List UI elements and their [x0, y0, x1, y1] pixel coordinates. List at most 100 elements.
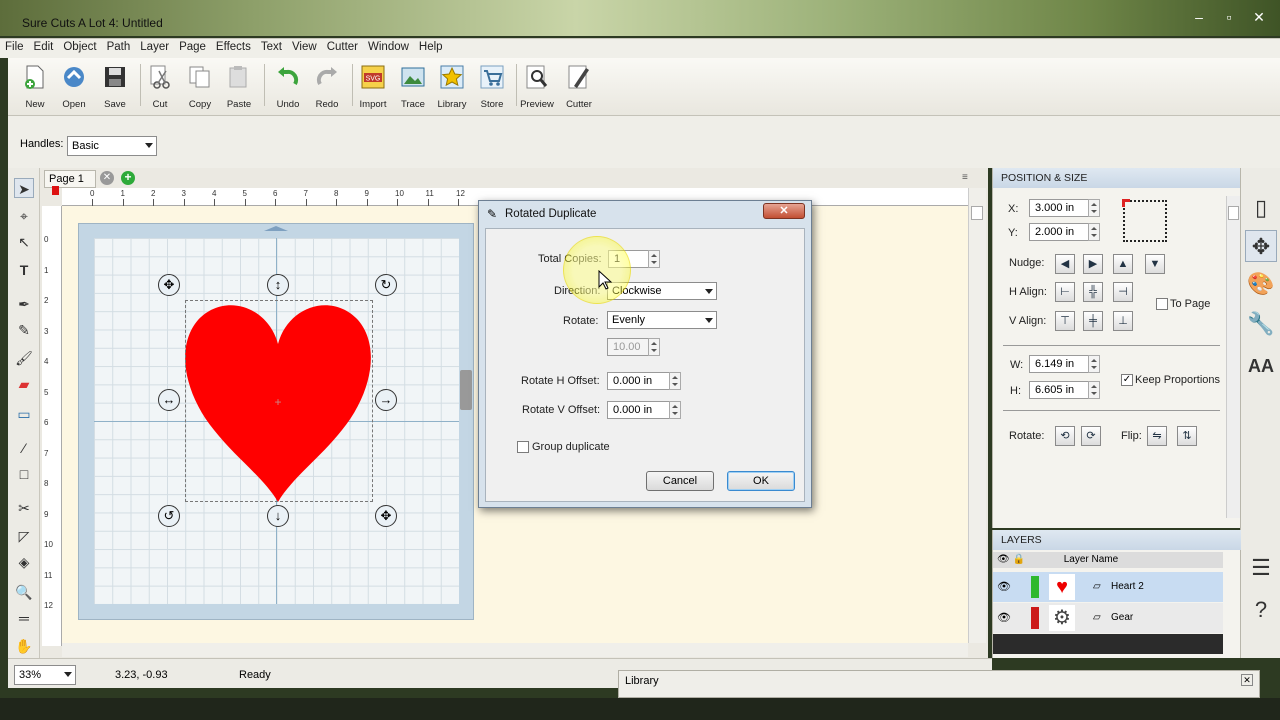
page-menu-icon[interactable]: ≡ [962, 172, 968, 183]
nudge-right-button[interactable]: ▶ [1083, 254, 1103, 274]
select-arrow-icon[interactable]: ➤ [14, 178, 34, 198]
move-arrows-icon[interactable]: ✥ [1245, 230, 1277, 262]
wrench-icon[interactable]: 🔧 [1245, 308, 1277, 340]
layers-icon[interactable]: ☰ [1245, 552, 1277, 584]
rotate-ccw-icon[interactable]: ⟲ [1055, 426, 1075, 446]
resize-corner-handle-icon[interactable]: ✥ [375, 505, 397, 527]
library-button[interactable]: Library [432, 64, 472, 110]
nudge-up-button[interactable]: ▲ [1113, 254, 1133, 274]
cut-button[interactable]: Cut [140, 64, 180, 110]
pencil-icon[interactable]: ✎ [14, 320, 34, 340]
help-icon[interactable]: ? [1245, 594, 1277, 626]
dialog-close-button[interactable]: ✕ [763, 203, 805, 219]
menu-edit[interactable]: Edit [29, 39, 59, 53]
handles-select[interactable]: Basic [67, 136, 157, 156]
v-offset-field[interactable]: 0.000 in [607, 401, 671, 419]
height-field[interactable]: 6.605 in [1029, 381, 1093, 399]
close-page-icon[interactable]: ✕ [100, 171, 114, 185]
resize-horizontal-handle-icon[interactable]: ↔ [158, 389, 180, 411]
canvas-horizontal-scrollbar[interactable] [62, 643, 968, 657]
knife-icon[interactable]: ✂ [14, 498, 34, 518]
rotate-left-handle-icon[interactable]: ↺ [158, 505, 180, 527]
document-icon[interactable]: ▯ [1245, 192, 1277, 224]
text-tool-icon[interactable]: T [14, 260, 34, 280]
layer-row[interactable]: 👁 ♥ ▱ Heart 2 [993, 572, 1223, 602]
panel-scrollbar[interactable] [1226, 196, 1240, 518]
ruler-icon[interactable]: ═ [14, 608, 34, 628]
angle-field[interactable]: 10.00 [607, 338, 651, 356]
menu-object[interactable]: Object [58, 39, 101, 53]
menu-path[interactable]: Path [102, 39, 136, 53]
preview-button[interactable]: Preview [517, 64, 557, 110]
resize-right-handle-icon[interactable]: → [375, 389, 397, 411]
align-center-h-icon[interactable]: ╬ [1083, 282, 1103, 302]
text-size-icon[interactable]: AA [1245, 350, 1277, 382]
align-top-icon[interactable]: ⊤ [1055, 311, 1075, 331]
zoom-icon[interactable]: 🔍 [14, 582, 34, 602]
h-offset-spinner[interactable] [669, 372, 681, 390]
nudge-left-button[interactable]: ◀ [1055, 254, 1075, 274]
v-offset-spinner[interactable] [669, 401, 681, 419]
keep-proportions-checkbox[interactable]: ✓ [1121, 374, 1133, 386]
align-bottom-icon[interactable]: ⊥ [1113, 311, 1133, 331]
angle-spinner[interactable] [648, 338, 660, 356]
flip-vertical-icon[interactable]: ⇅ [1177, 426, 1197, 446]
resize-vertical-handle-icon[interactable]: ↕ [267, 274, 289, 296]
node-edit-icon[interactable]: ⌖ [14, 206, 34, 226]
redo-button[interactable]: Redo [307, 64, 347, 110]
undo-button[interactable]: Undo [268, 64, 308, 110]
brush-icon[interactable]: 🖌 [14, 348, 34, 368]
x-spinner[interactable] [1088, 199, 1100, 217]
ok-button[interactable]: OK [727, 471, 795, 491]
align-right-icon[interactable]: ⊣ [1113, 282, 1133, 302]
shape-icon[interactable]: □ [14, 464, 34, 484]
total-copies-spinner[interactable] [648, 250, 660, 268]
save-button[interactable]: Save [95, 64, 135, 110]
tab-page-1[interactable]: Page 1 [44, 170, 96, 195]
cancel-button[interactable]: Cancel [646, 471, 714, 491]
h-offset-field[interactable]: 0.000 in [607, 372, 671, 390]
to-page-checkbox[interactable] [1156, 298, 1168, 310]
menu-window[interactable]: Window [363, 39, 414, 53]
height-spinner[interactable] [1088, 381, 1100, 399]
minimize-button[interactable]: – [1186, 10, 1212, 26]
visibility-eye-icon[interactable]: 👁 [997, 580, 1011, 593]
resize-bottom-handle-icon[interactable]: ↓ [267, 505, 289, 527]
y-spinner[interactable] [1088, 223, 1100, 241]
rotate-cw-icon[interactable]: ⟳ [1081, 426, 1101, 446]
close-window-button[interactable]: ✕ [1246, 10, 1272, 26]
y-field[interactable]: 2.000 in [1029, 223, 1093, 241]
scroll-thumb[interactable] [971, 206, 983, 220]
eyedropper-icon[interactable]: ⁄ [14, 438, 34, 458]
weld-icon[interactable]: ◈ [14, 552, 34, 572]
copy-button[interactable]: Copy [180, 64, 220, 110]
flip-horizontal-icon[interactable]: ⇋ [1147, 426, 1167, 446]
trace-button[interactable]: Trace [393, 64, 433, 110]
align-left-icon[interactable]: ⊢ [1055, 282, 1075, 302]
menu-layer[interactable]: Layer [135, 39, 174, 53]
width-spinner[interactable] [1088, 355, 1100, 373]
menu-file[interactable]: File [0, 39, 29, 53]
maximize-button[interactable]: ▫ [1216, 10, 1242, 26]
menu-help[interactable]: Help [414, 39, 448, 53]
pen-tool-icon[interactable]: ✒ [14, 294, 34, 314]
zoom-select[interactable]: 33% [14, 665, 76, 685]
rectangle-tool-icon[interactable]: ▭ [14, 404, 34, 424]
menu-view[interactable]: View [287, 39, 322, 53]
new-button[interactable]: New [15, 64, 55, 110]
menu-cutter[interactable]: Cutter [322, 39, 363, 53]
add-page-icon[interactable]: + [121, 171, 135, 185]
move-handle-icon[interactable]: ✥ [158, 274, 180, 296]
panel-scroll-thumb[interactable] [1228, 206, 1239, 220]
store-button[interactable]: Store [472, 64, 512, 110]
layer-row[interactable]: 👁 ⚙ ▱ Gear [993, 603, 1223, 633]
rotate-handle-icon[interactable]: ↻ [375, 274, 397, 296]
eraser-icon[interactable]: ▰ [14, 374, 34, 394]
menu-effects[interactable]: Effects [211, 39, 256, 53]
open-button[interactable]: Open [54, 64, 94, 110]
subselect-icon[interactable]: ↖ [14, 232, 34, 252]
palette-icon[interactable]: 🎨 [1245, 268, 1277, 300]
visibility-eye-icon[interactable]: 👁 [997, 611, 1011, 624]
width-field[interactable]: 6.149 in [1029, 355, 1093, 373]
canvas-vertical-scrollbar[interactable] [968, 188, 986, 643]
